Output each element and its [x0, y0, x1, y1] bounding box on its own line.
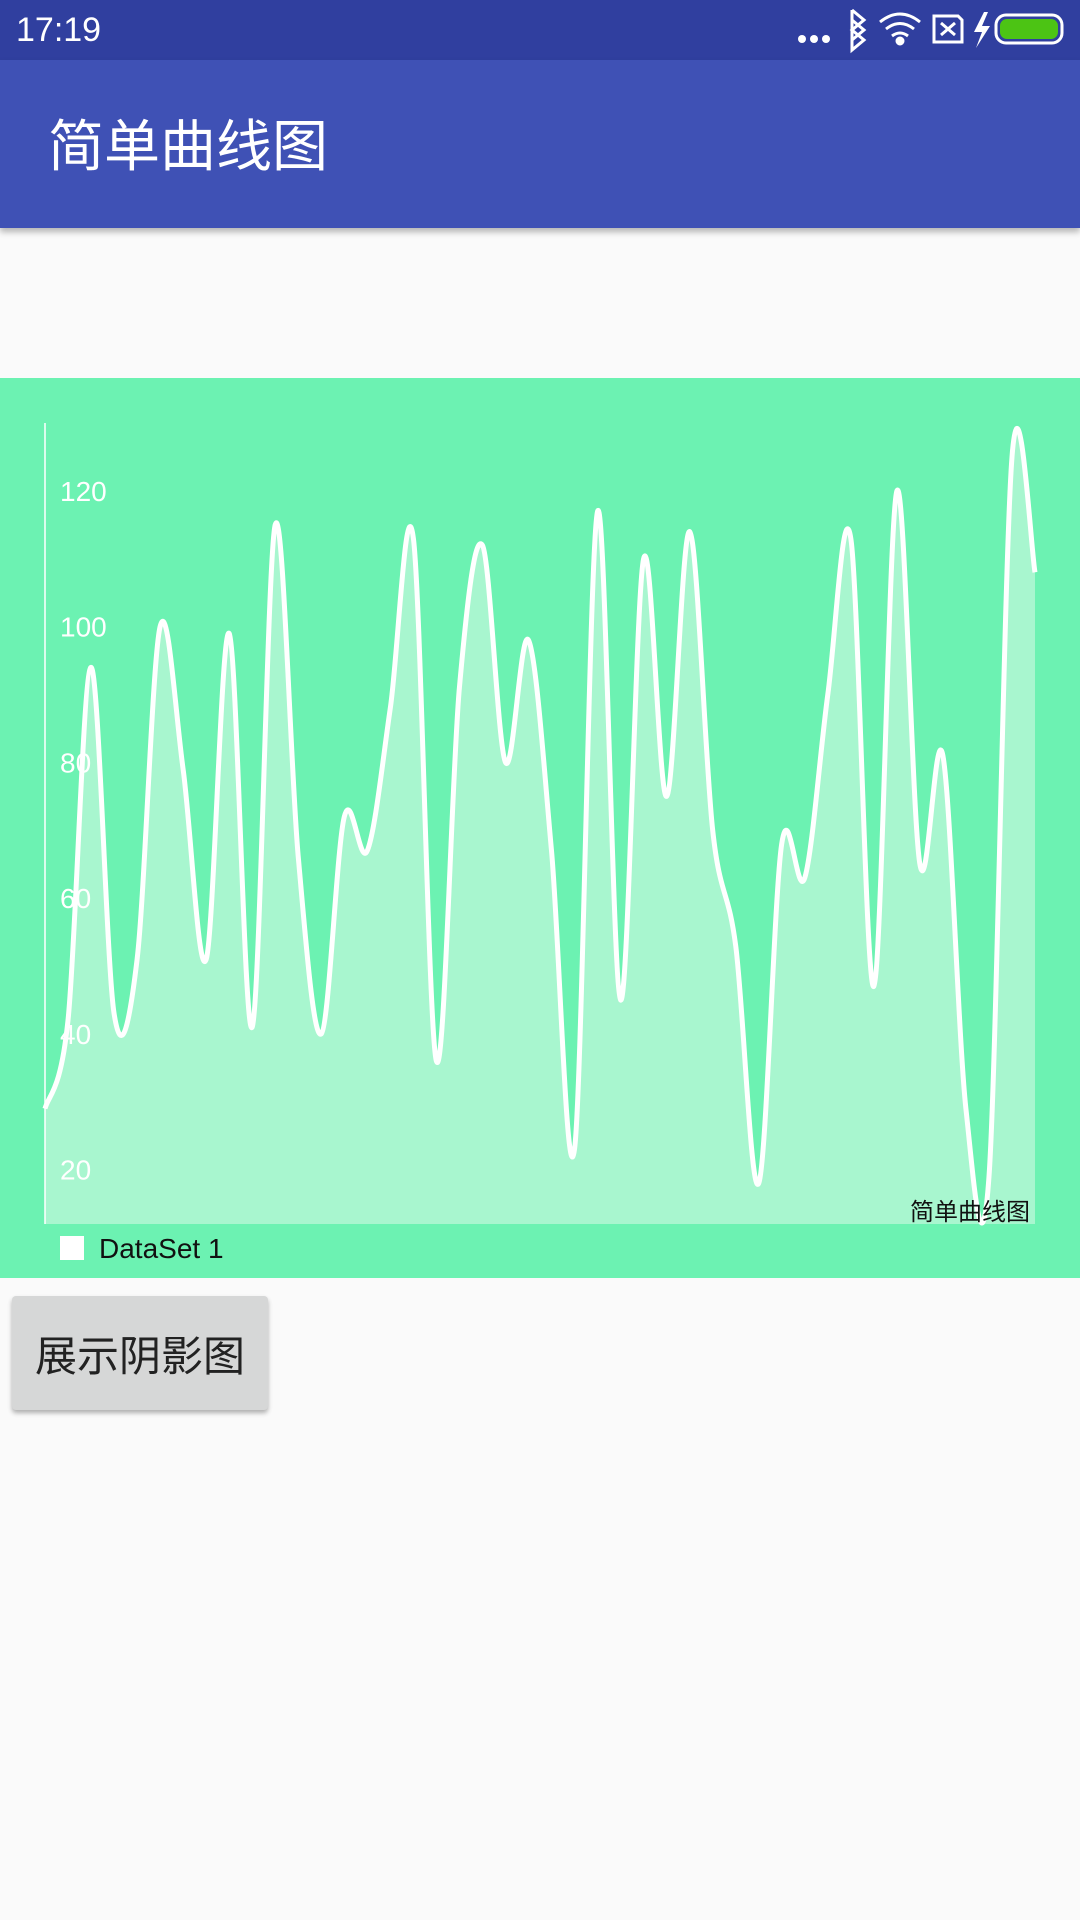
status-time: 17:19: [16, 11, 102, 49]
chart-description: 简单曲线图: [910, 1198, 1030, 1226]
y-tick-label: 20: [60, 1155, 91, 1186]
bluetooth-icon: [849, 8, 867, 54]
more-dots-icon: [798, 35, 830, 43]
line-chart-panel[interactable]: 20 40 60 80 100 120 简单曲线图 DataSet 1: [0, 378, 1080, 1278]
app-bar: 简单曲线图: [0, 60, 1080, 228]
y-tick-label: 60: [60, 883, 91, 914]
status-icons: [798, 8, 1064, 54]
battery-icon: [994, 13, 1064, 45]
sim-x-icon: [932, 14, 964, 44]
y-tick-label: 40: [60, 1019, 91, 1050]
status-bar: 17:19: [0, 0, 1080, 60]
y-tick-label: 100: [60, 612, 107, 643]
wifi-icon: [879, 12, 921, 46]
legend-swatch: [60, 1236, 84, 1260]
legend-label: DataSet 1: [99, 1233, 224, 1264]
page-title: 简单曲线图: [48, 115, 328, 180]
y-tick-label: 80: [60, 747, 91, 778]
line-chart[interactable]: 20 40 60 80 100 120 简单曲线图 DataSet 1: [0, 378, 1080, 1278]
y-tick-label: 120: [60, 476, 107, 507]
show-shadow-button[interactable]: 展示阴影图: [12, 1296, 268, 1410]
charging-icon: [974, 12, 990, 48]
